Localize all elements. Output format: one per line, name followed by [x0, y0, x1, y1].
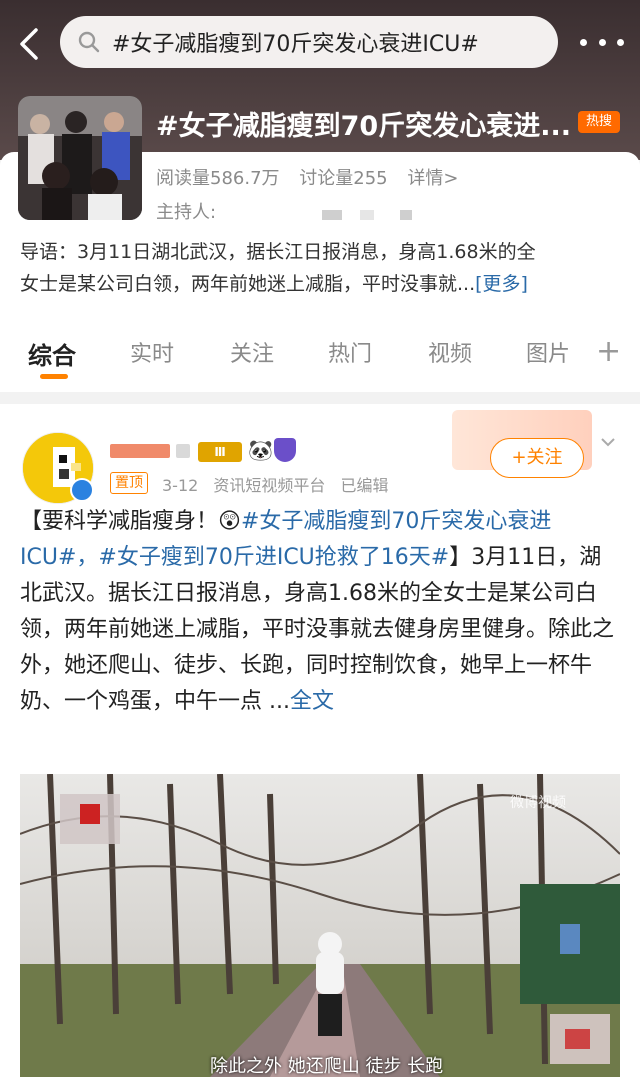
hot-search-badge: 热搜: [578, 111, 620, 133]
topic-stats: 阅读量586.7万 讨论量255 详情>: [156, 164, 472, 190]
username-redacted: [176, 444, 190, 458]
level-badge: Ⅲ: [198, 442, 242, 462]
intro-line-2: 女士是某公司白领，两年前她迷上减脂，平时没事就...: [20, 273, 476, 295]
topic-intro: 导语：3月11日湖北武汉，据长江日报消息，身高1.68米的全 女士是某公司白领，…: [20, 236, 620, 300]
crowd-photo: [18, 96, 142, 220]
host-name-redacted: [322, 210, 342, 220]
edited-label: 已编辑: [340, 476, 389, 495]
host-label: 主持人:: [156, 202, 217, 223]
host-name-redacted: [400, 210, 412, 220]
search-icon: [78, 31, 100, 53]
tab-video[interactable]: 视频: [428, 336, 472, 368]
tab-hot[interactable]: 热门: [328, 336, 372, 368]
topic-thumbnail[interactable]: [18, 96, 142, 220]
full-text-link[interactable]: 全文: [290, 689, 334, 714]
post-source: 资讯短视频平台: [213, 476, 326, 495]
active-tab-indicator: [40, 374, 68, 379]
tab-realtime[interactable]: 实时: [130, 336, 174, 368]
intro-line-1: 导语：3月11日湖北武汉，据长江日报消息，身高1.68米的全: [20, 241, 536, 263]
tab-follow[interactable]: 关注: [230, 336, 274, 368]
intro-more-link[interactable]: [更多]: [475, 273, 528, 295]
post-text: 【要科学减脂瘦身！😲#女子减脂瘦到70斤突发心衰进ICU#，#女子瘦到70斤进I…: [20, 504, 620, 720]
tab-bar: 综合 实时 关注 热门 视频 图片 +: [0, 324, 640, 384]
username-redacted[interactable]: [110, 444, 170, 458]
video-caption: 除此之外 她还爬山 徒步 长跑: [210, 1056, 444, 1077]
post-card: Ⅲ 🐼 置顶 3-12 资讯短视频平台 已编辑 +关注 【要科学减脂瘦身！😲#女…: [0, 404, 640, 1077]
search-query[interactable]: #女子减脂瘦到70斤突发心衰进ICU#: [112, 26, 479, 58]
topic-title: #女子减脂瘦到70斤突发心衰进...: [156, 111, 571, 142]
follow-button[interactable]: +关注: [490, 438, 584, 478]
surprised-emoji-icon: 😲: [218, 509, 241, 534]
panda-icon: 🐼: [248, 438, 273, 462]
discussion-count: 讨论量255: [299, 168, 388, 189]
tab-comprehensive[interactable]: 综合: [28, 336, 76, 371]
post-date: 3-12: [162, 476, 199, 495]
hashtag-separator: ，: [76, 545, 99, 570]
video-frame: [20, 774, 620, 1077]
back-icon[interactable]: [16, 24, 46, 64]
search-bar[interactable]: #女子减脂瘦到70斤突发心衰进ICU#: [60, 16, 558, 68]
detail-link[interactable]: 详情>: [407, 168, 458, 189]
add-tab-icon[interactable]: +: [596, 334, 621, 369]
read-count: 阅读量586.7万: [156, 168, 280, 189]
post-meta: 3-12 资讯短视频平台 已编辑: [162, 472, 399, 496]
video-watermark: 微博视频: [510, 795, 566, 811]
post-video[interactable]: 微博视频 除此之外 她还爬山 徒步 长跑: [20, 774, 620, 1077]
verified-badge-icon: [70, 478, 94, 502]
shield-icon: [274, 438, 296, 462]
pinned-badge: 置顶: [110, 472, 148, 494]
hashtag-link[interactable]: #女子瘦到70斤进ICU抢救了16天#: [98, 545, 449, 570]
host-name-redacted: [360, 210, 374, 220]
more-options-icon[interactable]: [580, 30, 624, 54]
tab-pictures[interactable]: 图片: [526, 336, 572, 368]
chevron-down-icon[interactable]: [600, 434, 616, 450]
post-text-prefix: 【要科学减脂瘦身！: [20, 509, 219, 534]
